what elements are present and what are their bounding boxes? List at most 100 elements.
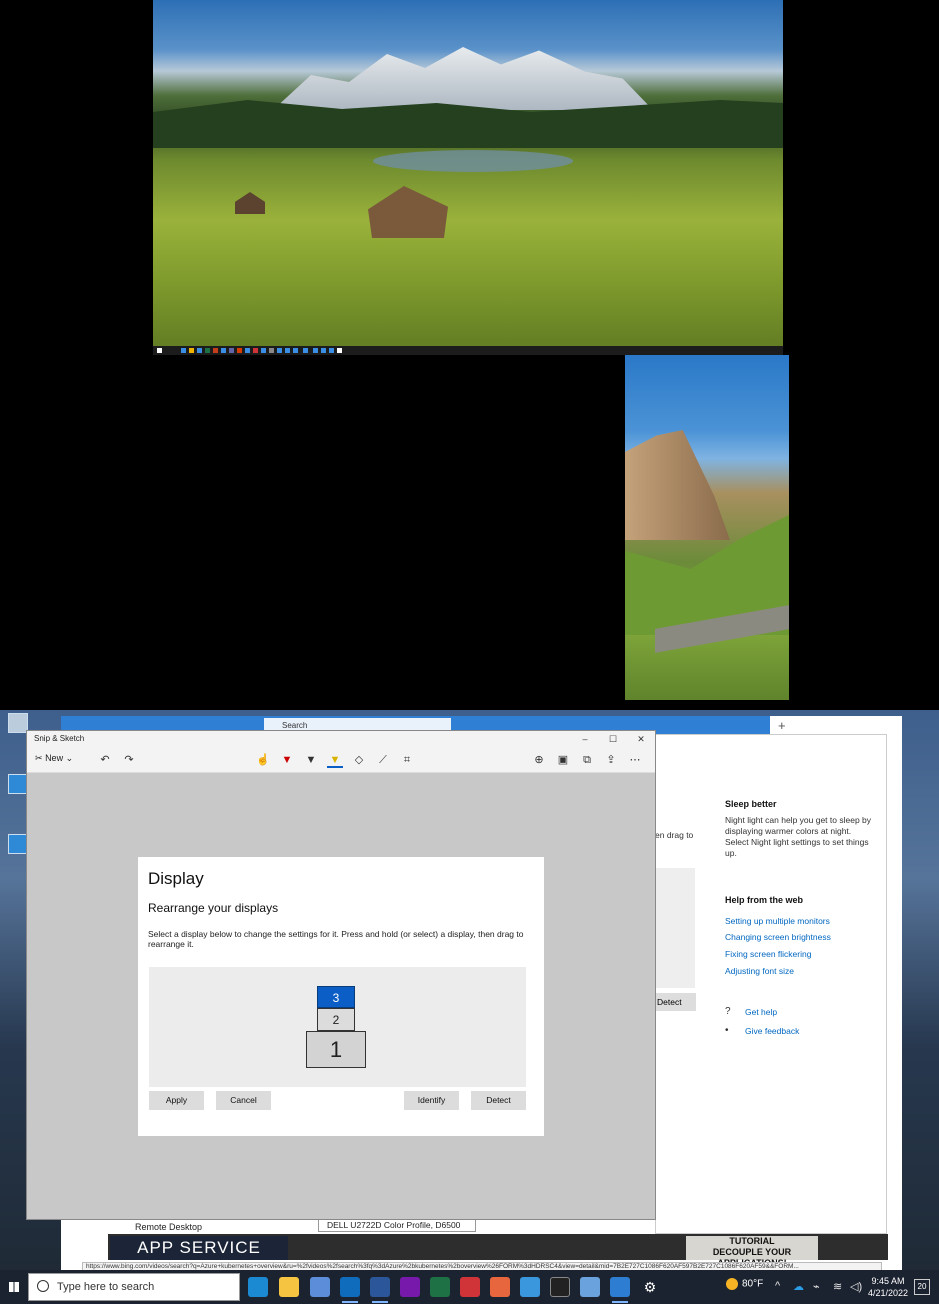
notifications-button[interactable]: 20 xyxy=(914,1279,930,1295)
new-snip-label: New xyxy=(45,753,64,763)
desktop-shortcut-icon[interactable] xyxy=(8,774,28,794)
maximize-button[interactable]: ☐ xyxy=(599,732,627,746)
display-settings-capture: Display Rearrange your displays Select a… xyxy=(138,857,544,1136)
outlook-icon[interactable] xyxy=(340,1277,360,1303)
top-monitor-wallpaper xyxy=(153,0,783,355)
windows-logo-icon xyxy=(9,1282,19,1292)
crop-icon[interactable]: ⌗ xyxy=(399,752,415,768)
monitor-1[interactable]: 1 xyxy=(306,1031,366,1068)
onedrive-icon[interactable]: ☁ xyxy=(793,1280,804,1293)
weather-temp: 80°F xyxy=(742,1278,764,1290)
git-icon[interactable] xyxy=(490,1277,510,1297)
undo-icon[interactable]: ↶ xyxy=(97,752,113,768)
cancel-button[interactable]: Cancel xyxy=(216,1091,271,1110)
sun-icon xyxy=(726,1278,738,1290)
get-help-link[interactable]: Get help xyxy=(745,1007,777,1017)
rock-cliff xyxy=(625,430,730,540)
ballpoint-pen-icon[interactable]: ▼ xyxy=(279,752,295,768)
snip-title-bar: Snip & Sketch – ☐ ✕ xyxy=(27,731,655,747)
monitor-arrangement: 3 2 1 xyxy=(149,967,526,1087)
hut xyxy=(368,186,448,238)
link-screen-flickering[interactable]: Fixing screen flickering xyxy=(725,949,811,959)
color-profile-dropdown[interactable]: DELL U2722D Color Profile, D6500 xyxy=(318,1218,476,1232)
network-icon[interactable]: ⌁ xyxy=(813,1280,820,1293)
mini-taskbar xyxy=(153,346,783,355)
identify-button[interactable]: Identify xyxy=(404,1091,459,1110)
get-help-icon: ? xyxy=(725,1006,731,1017)
new-tab-icon[interactable]: + xyxy=(778,718,786,733)
excel-icon[interactable] xyxy=(430,1277,450,1297)
eraser-icon[interactable]: ◇ xyxy=(351,752,367,768)
search-icon xyxy=(37,1280,49,1292)
help-from-web-heading: Help from the web xyxy=(725,895,804,905)
thumbnail-app-service[interactable]: APP SERVICE xyxy=(110,1236,288,1260)
remote-desktop-icon[interactable] xyxy=(580,1277,600,1297)
new-snip-icon: ✂ xyxy=(35,753,43,763)
rearrange-heading: Rearrange your displays xyxy=(148,901,279,915)
link-multiple-monitors[interactable]: Setting up multiple monitors xyxy=(725,916,830,926)
new-tab-area: + xyxy=(770,716,902,736)
snip-toolbar: ✂ New ⌄ ↶ ↷ ☝ ▼ ▼ ▼ ◇ ⟋ ⌗ ⊕ ▣ ⧉ ⇪ ⋯ xyxy=(27,747,655,773)
copy-icon[interactable]: ⧉ xyxy=(579,752,595,768)
close-button[interactable]: ✕ xyxy=(627,732,655,746)
feedback-icon: • xyxy=(725,1025,729,1036)
sleep-better-desc: Night light can help you get to sleep by… xyxy=(725,815,872,858)
file-explorer-icon[interactable] xyxy=(279,1277,299,1297)
edge-icon[interactable] xyxy=(248,1277,268,1297)
rearrange-description: Select a display below to change the set… xyxy=(148,929,524,949)
remote-desktop-item[interactable]: Remote Desktop xyxy=(107,1220,305,1234)
share-icon[interactable]: ⇪ xyxy=(603,752,619,768)
redo-icon[interactable]: ↷ xyxy=(121,752,137,768)
gear-icon[interactable]: ⚙ xyxy=(640,1277,660,1297)
detect-button[interactable]: Detect xyxy=(471,1091,526,1110)
chevron-up-icon[interactable]: ^ xyxy=(775,1280,780,1292)
snip-title: Snip & Sketch xyxy=(34,734,85,743)
acrobat-icon[interactable] xyxy=(460,1277,480,1297)
small-hut xyxy=(235,192,265,214)
snip-sketch-window: Snip & Sketch – ☐ ✕ ✂ New ⌄ ↶ ↷ ☝ ▼ ▼ ▼ … xyxy=(26,730,656,1220)
more-icon[interactable]: ⋯ xyxy=(627,752,643,768)
azure-icon[interactable] xyxy=(520,1277,540,1297)
touch-writing-icon[interactable]: ☝ xyxy=(255,752,271,768)
monitor-2[interactable]: 2 xyxy=(317,1008,355,1031)
teams-icon[interactable] xyxy=(310,1277,330,1297)
portrait-monitor-wallpaper xyxy=(625,355,789,700)
save-icon[interactable]: ▣ xyxy=(555,752,571,768)
new-snip-button[interactable]: ✂ New ⌄ xyxy=(35,753,73,764)
zoom-icon[interactable]: ⊕ xyxy=(531,752,547,768)
taskbar: Type here to search ⚙ 80°F ^ ☁ ⌁ ≋ ◁) 9:… xyxy=(0,1270,939,1304)
detect-button[interactable]: Detect xyxy=(656,993,696,1011)
ruler-icon[interactable]: ⟋ xyxy=(375,752,391,768)
sleep-better-heading: Sleep better xyxy=(725,799,777,809)
clock-time: 9:45 AM xyxy=(871,1276,905,1286)
thumbnail-tutorial[interactable]: TUTORIAL DECOUPLE YOUR APPLICATIONS! xyxy=(686,1236,818,1268)
onenote-icon[interactable] xyxy=(400,1277,420,1297)
start-button[interactable] xyxy=(0,1270,28,1304)
volume-icon[interactable]: ◁) xyxy=(850,1280,862,1293)
recycle-bin-icon[interactable] xyxy=(8,713,28,733)
clock[interactable]: 9:45 AM 4/21/2022 xyxy=(868,1275,908,1299)
snip-sketch-icon[interactable] xyxy=(610,1277,630,1303)
apply-button[interactable]: Apply xyxy=(149,1091,204,1110)
give-feedback-link[interactable]: Give feedback xyxy=(745,1026,799,1036)
word-icon[interactable] xyxy=(370,1277,390,1303)
monitor-3[interactable]: 3 xyxy=(317,986,355,1008)
pencil-icon[interactable]: ▼ xyxy=(303,752,319,768)
wifi-icon[interactable]: ≋ xyxy=(833,1280,842,1293)
link-screen-brightness[interactable]: Changing screen brightness xyxy=(725,932,831,942)
partial-description: en drag to xyxy=(655,830,694,840)
taskbar-search[interactable]: Type here to search xyxy=(28,1273,240,1301)
highlighter-icon[interactable]: ▼ xyxy=(327,752,343,768)
link-font-size[interactable]: Adjusting font size xyxy=(725,966,794,976)
weather-widget[interactable]: 80°F xyxy=(726,1278,763,1290)
desktop-shortcut-icon[interactable] xyxy=(8,834,28,854)
terminal-icon[interactable] xyxy=(550,1277,570,1297)
taskbar-search-placeholder: Type here to search xyxy=(57,1281,155,1293)
display-title: Display xyxy=(148,869,204,888)
mountains xyxy=(273,47,653,110)
minimize-button[interactable]: – xyxy=(571,732,599,746)
lake xyxy=(373,150,573,172)
clock-date: 4/21/2022 xyxy=(868,1288,909,1298)
display-arrangement-area xyxy=(655,868,695,988)
chevron-down-icon[interactable]: ⌄ xyxy=(66,753,74,763)
